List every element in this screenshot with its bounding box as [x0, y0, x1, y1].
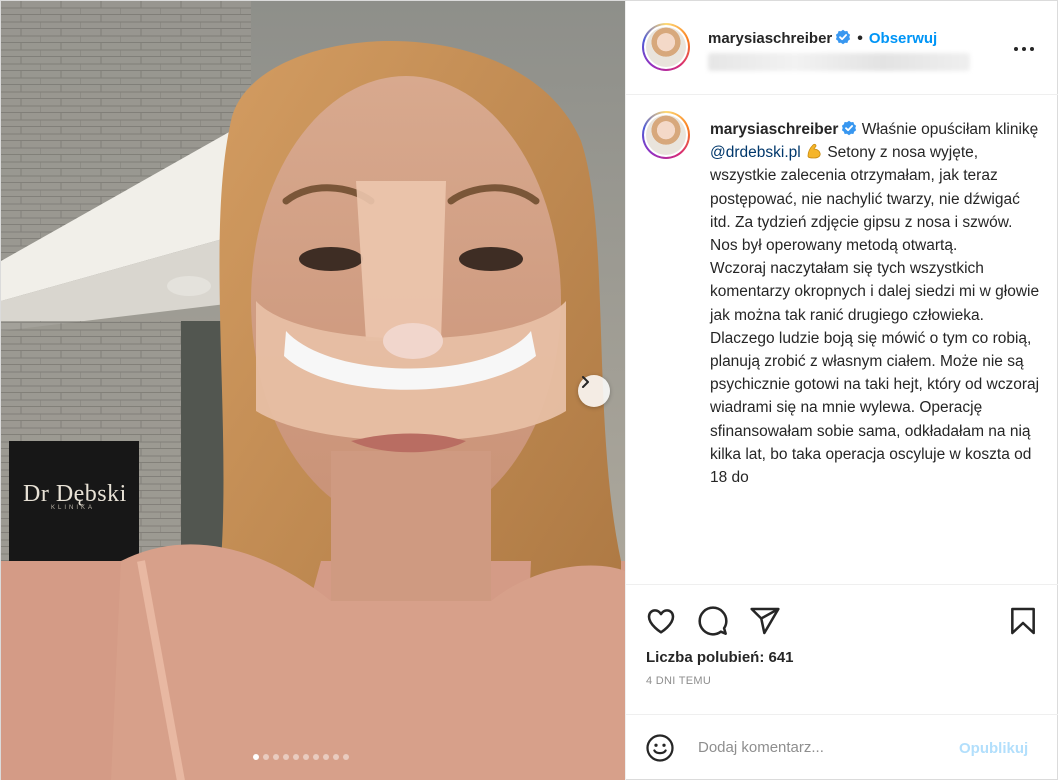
verified-badge-icon — [836, 29, 851, 45]
carousel-dot — [343, 754, 349, 760]
clinic-sign-text: Dr Dębski — [23, 481, 127, 507]
carousel-next-button[interactable] — [578, 375, 610, 407]
carousel-dot — [313, 754, 319, 760]
post-details-panel: marysiaschreiber • Obserwuj marysiaschrei… — [625, 1, 1058, 780]
caption-avatar[interactable] — [642, 111, 690, 159]
carousel-dot — [253, 754, 259, 760]
bookmark-icon[interactable] — [1007, 605, 1039, 637]
carousel-dot — [263, 754, 269, 760]
likes-count[interactable]: Liczba polubień: 641 — [646, 649, 794, 666]
avatar[interactable] — [642, 23, 690, 71]
verified-badge-icon — [842, 120, 857, 136]
clinic-sign-subtext: KLINIKA — [51, 505, 96, 511]
caption-text-intro: Właśnie opuściłam klinikę — [861, 121, 1039, 138]
carousel-dot — [293, 754, 299, 760]
header-username[interactable]: marysiaschreiber — [708, 30, 832, 47]
blurred-location-text — [708, 53, 970, 71]
post-date[interactable]: 4 DNI TEMU — [646, 675, 711, 687]
comment-icon[interactable] — [697, 605, 729, 637]
share-icon[interactable] — [749, 605, 781, 637]
carousel-dot — [273, 754, 279, 760]
comment-input[interactable] — [698, 739, 948, 756]
carousel-dot — [303, 754, 309, 760]
post-actions: Liczba polubień: 641 4 DNI TEMU — [626, 584, 1058, 714]
caption-username[interactable]: marysiaschreiber — [710, 121, 838, 138]
add-comment-bar: Opublikuj — [626, 714, 1058, 780]
more-options-icon[interactable] — [1012, 37, 1036, 61]
flexed-biceps-icon — [807, 144, 821, 159]
comments-scroll-area[interactable]: marysiaschreiber Właśnie opuściłam klini… — [626, 96, 1058, 584]
header-user-line: marysiaschreiber • Obserwuj — [708, 29, 937, 48]
carousel-dot — [333, 754, 339, 760]
chevron-right-icon — [582, 376, 589, 388]
post-header: marysiaschreiber • Obserwuj — [626, 1, 1058, 95]
carousel-indicator — [253, 754, 349, 760]
photo-illustration — [1, 1, 625, 780]
header-separator: • — [857, 30, 863, 47]
follow-button[interactable]: Obserwuj — [869, 30, 937, 47]
carousel-dot — [283, 754, 289, 760]
carousel-dot — [323, 754, 329, 760]
post-photo: Dr Dębski KLINIKA — [1, 1, 625, 780]
emoji-icon[interactable] — [645, 733, 675, 763]
post-modal: Dr Dębski KLINIKA marysiaschreiber • Obse… — [0, 0, 1058, 780]
heart-icon[interactable] — [645, 605, 677, 637]
caption-mention-link[interactable]: @drdebski.pl — [710, 144, 801, 161]
caption-text-paragraph-2: Wczoraj naczytałam się tych wszystkich k… — [710, 260, 1040, 487]
post-caption: marysiaschreiber Właśnie opuściłam klini… — [710, 118, 1040, 489]
publish-button[interactable]: Opublikuj — [959, 740, 1028, 757]
